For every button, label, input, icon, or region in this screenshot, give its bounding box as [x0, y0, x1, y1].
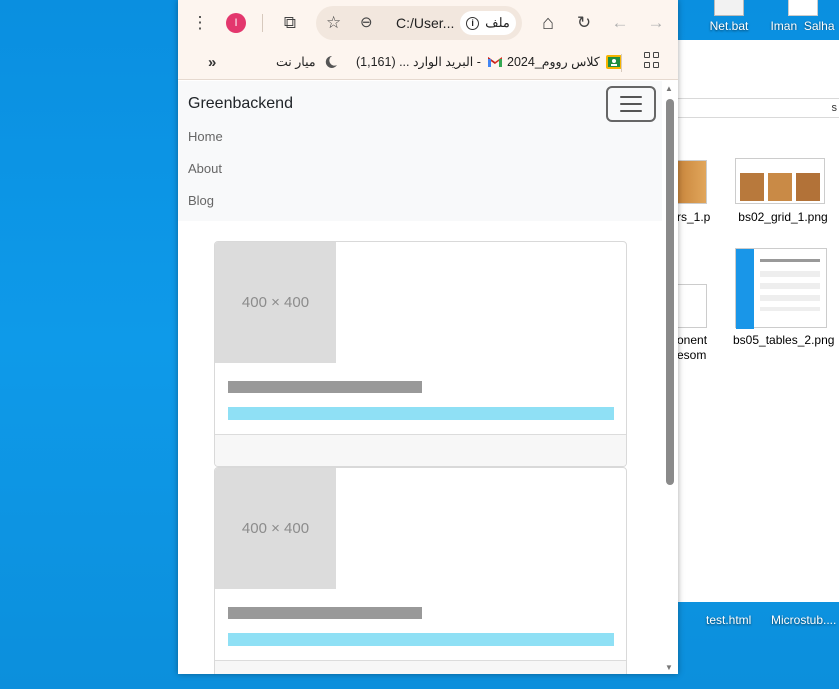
home-icon[interactable]: ⌂ [536, 11, 560, 35]
info-icon: i [466, 16, 480, 30]
forward-icon[interactable]: → [644, 11, 668, 35]
file-explorer-window: s rs_1.p bs02_grid_1.png onent esom bs05… [676, 40, 839, 602]
file-label[interactable]: bs02_grid_1.png [733, 210, 833, 225]
bookmark-miyar-net[interactable]: ميار نت [276, 54, 338, 69]
back-icon[interactable]: ← [608, 11, 632, 35]
navbar-brand[interactable]: Greenbackend [188, 95, 293, 113]
site-info-label: ملف [485, 15, 510, 30]
card-image-placeholder: 400 × 400 [215, 468, 336, 589]
folder-icon [787, 0, 818, 16]
reload-icon[interactable]: ↻ [572, 11, 596, 35]
site-info-chip[interactable]: i ملف [460, 11, 516, 35]
zoom-icon[interactable]: ⊖ [360, 13, 373, 31]
gmail-icon [487, 55, 503, 69]
file-label[interactable]: rs_1.p [677, 210, 711, 225]
file-thumbnail[interactable] [677, 160, 707, 204]
desktop-icon-microstub[interactable]: Microstub.... [771, 613, 836, 627]
batch-file-icon [714, 0, 744, 16]
page-scrollbar[interactable]: ▲ ▼ [662, 81, 678, 674]
card-text-placeholder [228, 633, 614, 646]
menu-icon[interactable]: ⋮ [188, 11, 212, 35]
bookmark-gmail-inbox[interactable]: البريد الوارد ... (1,161) - [356, 54, 503, 69]
apps-grid-icon[interactable] [644, 52, 660, 68]
address-url[interactable]: C:/User... [396, 15, 454, 31]
file-thumbnail[interactable] [677, 284, 707, 328]
classroom-icon [605, 54, 622, 69]
page-viewport: Greenbackend Home About Blog 400 × 400 4… [178, 81, 662, 674]
card-title-placeholder [228, 607, 422, 619]
desktop-icon-test-html[interactable]: test.html [706, 613, 751, 627]
file-thumbnail-bs05-tables[interactable] [735, 248, 827, 329]
file-label[interactable]: onent esom [677, 333, 711, 363]
bookmarks-overflow-icon[interactable]: » [208, 54, 216, 71]
bookmarks-bar: » ميار نت البريد الوارد ... (1,161) - كل… [178, 46, 678, 80]
hamburger-icon-line [620, 103, 642, 105]
card: 400 × 400 [214, 467, 627, 674]
file-thumbnail-bs02-grid[interactable] [735, 158, 825, 204]
nav-link-home[interactable]: Home [188, 129, 223, 144]
hamburger-icon-line [620, 96, 642, 98]
scroll-down-icon[interactable]: ▼ [665, 663, 673, 672]
hamburger-icon-line [620, 110, 642, 112]
nav-link-about[interactable]: About [188, 161, 222, 176]
file-label[interactable]: bs05_tables_2.png [733, 333, 834, 348]
bookmark-classroom-2024[interactable]: كلاس رووم_2024 [507, 54, 622, 69]
desktop-icon-label: Iman_Salha [770, 19, 835, 30]
card-text-placeholder [228, 407, 614, 420]
address-bar[interactable]: ☆ ⊖ C:/User... i ملف [316, 6, 522, 40]
explorer-search-box[interactable]: s [677, 98, 839, 118]
desktop-icon-iman-salha[interactable]: Iman_Salha [766, 0, 839, 30]
profile-avatar[interactable]: I [226, 13, 246, 33]
browser-toolbar: ⋮ I ⧉ ☆ ⊖ C:/User... i ملف ⌂ ↻ ← → [178, 0, 678, 46]
desktop-icon-label: Net.bat [709, 19, 749, 33]
navbar: Greenbackend Home About Blog [178, 81, 662, 221]
navbar-toggler-button[interactable] [606, 86, 656, 122]
card-footer [215, 660, 626, 674]
browser-window: ⋮ I ⧉ ☆ ⊖ C:/User... i ملف ⌂ ↻ ← → » ميا… [178, 0, 678, 674]
card-footer [215, 434, 626, 466]
crescent-icon [322, 55, 338, 69]
bookmarks-divider [621, 54, 622, 72]
bookmark-star-icon[interactable]: ☆ [326, 13, 341, 33]
scrollbar-thumb[interactable] [666, 99, 674, 485]
card: 400 × 400 [214, 241, 627, 467]
desktop-icon-net-bat[interactable]: Net.bat [700, 0, 758, 33]
nav-link-blog[interactable]: Blog [188, 193, 214, 208]
card-image-placeholder: 400 × 400 [215, 242, 336, 363]
toolbar-divider [262, 14, 263, 32]
scroll-up-icon[interactable]: ▲ [665, 84, 673, 93]
extensions-icon[interactable]: ⧉ [278, 11, 302, 35]
card-title-placeholder [228, 381, 422, 393]
